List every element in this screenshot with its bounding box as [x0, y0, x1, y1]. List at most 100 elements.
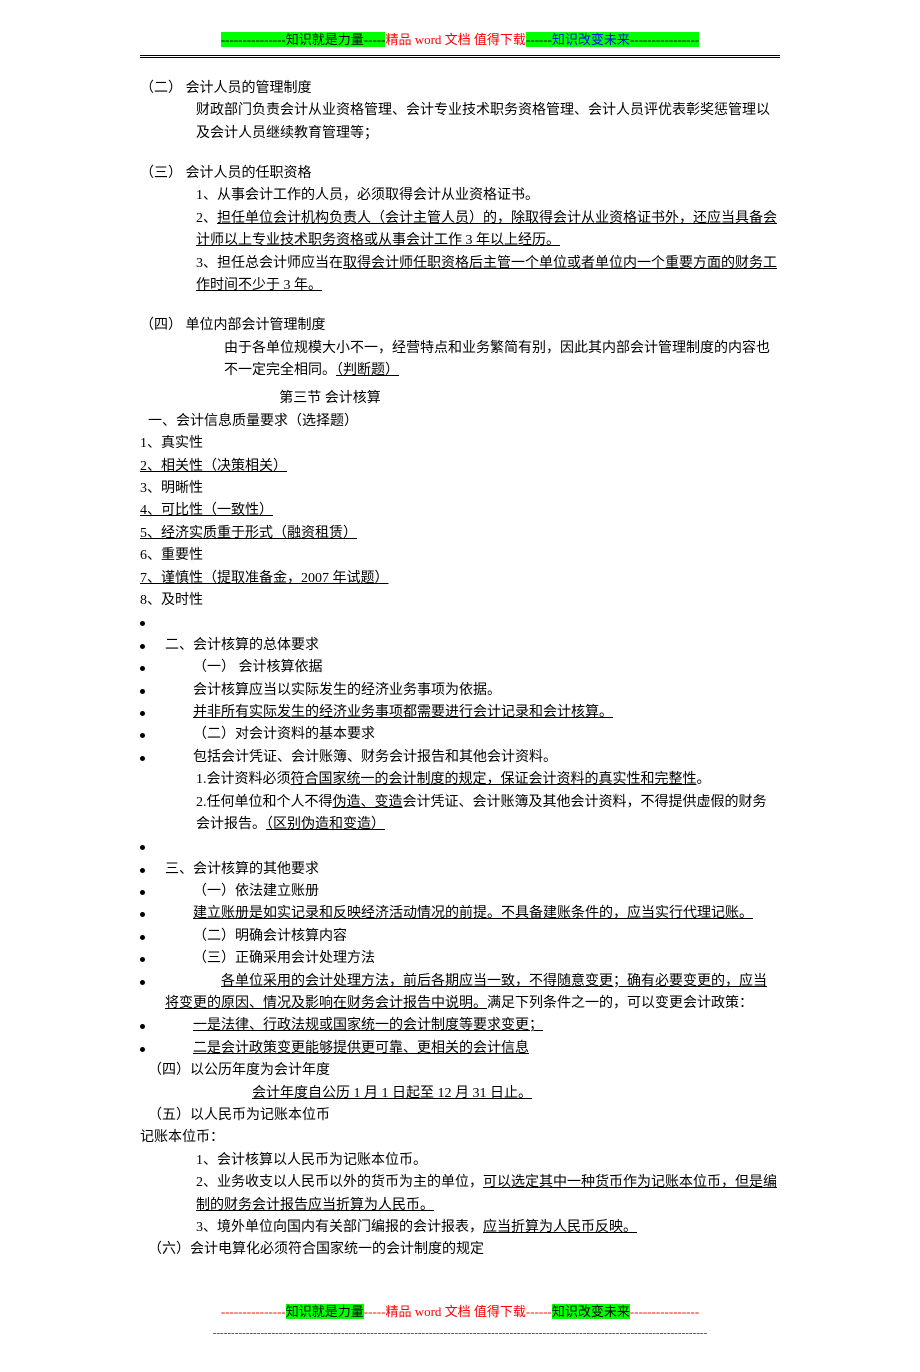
q2-s2: （二）对会计资料的基本要求 — [165, 724, 780, 746]
hb-dashes-c: ------ — [526, 32, 552, 47]
q3-s3: （三）正确采用会计处理方法 — [165, 948, 780, 970]
q2-heading-row: 二、会计核算的总体要求 — [140, 635, 780, 657]
q3-s3-row: （三）正确采用会计处理方法 — [140, 948, 780, 970]
q2-t5a: 2.任何单位和个人不得 — [196, 795, 333, 810]
q2-t3-row: 包括会计凭证、会计账簿、财务会计报告和其他会计资料。 — [140, 747, 780, 769]
hb-p1: 知识就是力量 — [286, 32, 364, 47]
sec-4-text-a: 由于各单位规模大小不一，经营特点和业务繁简有别，因此其内部会计管理制度的内容也不… — [224, 341, 770, 378]
q1-i8: 8、及时性 — [140, 590, 780, 612]
q1-heading: 一、会计信息质量要求（选择题） — [140, 411, 780, 433]
sec-5-t2: 2、业务收支以人民币以外的货币为主的单位，可以选定其中一种货币作为记账本位币，但… — [140, 1172, 780, 1217]
q2-t4c: 。 — [697, 772, 711, 787]
sec-3-item2-text: 担任单位会计机构负责人（会计主管人员）的，除取得会计从业资格证书外，还应当具备会… — [196, 211, 777, 248]
sec-5-t3a: 3、境外单位向国内有关部门编报的会计报表， — [196, 1220, 483, 1235]
bullet-icon — [140, 957, 145, 962]
sec-2-text: 财政部门负责会计从业资格管理、会计专业技术职务资格管理、会计人员评优表彰奖惩管理… — [140, 100, 780, 145]
sec-4-text: 由于各单位规模大小不一，经营特点和业务繁简有别，因此其内部会计管理制度的内容也不… — [140, 338, 780, 383]
q3-t2: 各单位采用的会计处理方法，前后各期应当一致，不得随意变更；确有必要变更的，应当将… — [165, 971, 780, 1016]
bullet-icon — [140, 1024, 145, 1029]
q2-s1: （一） 会计核算依据 — [165, 657, 780, 679]
q2-t2: 并非所有实际发生的经济业务事项都需要进行会计记录和会计核算。 — [165, 702, 780, 724]
bullet-icon — [140, 756, 145, 761]
sec-3-item2: 2、担任单位会计机构负责人（会计主管人员）的，除取得会计从业资格证书外，还应当具… — [140, 208, 780, 253]
bullet-icon — [140, 621, 145, 626]
fb-dashes-c: ------ — [526, 1304, 552, 1319]
sec-3-heading: （三） 会计人员的任职资格 — [140, 163, 780, 185]
bullet-icon — [140, 912, 145, 917]
bullet-icon — [140, 1047, 145, 1052]
bullet-empty-2 — [140, 836, 780, 858]
q3-t2b: 满足下列条件之一的，可以变更会计政策： — [487, 996, 753, 1011]
q1-i5: 5、经济实质重于形式（融资租赁） — [140, 523, 780, 545]
q2-t4: 1.会计资料必须符合国家统一的会计制度的规定，保证会计资料的真实性和完整性。 — [140, 769, 780, 791]
q3-s1: （一）依法建立账册 — [165, 881, 780, 903]
hb-p2: 精品 word 文档 值得下载 — [385, 32, 525, 47]
q2-t5d: （区别伪造和变造） — [266, 817, 385, 832]
q2-t4b: 符合国家统一的会计制度的规定，保证会计资料的真实性和完整性 — [291, 772, 697, 787]
sec-6-heading: （六）会计电算化必须符合国家统一的会计制度的规定 — [140, 1239, 780, 1261]
q3-t4-row: 二是会计政策变更能够提供更可靠、更相关的会计信息 — [140, 1038, 780, 1060]
q3-heading-row: 三、会计核算的其他要求 — [140, 859, 780, 881]
q3-t4: 二是会计政策变更能够提供更可靠、更相关的会计信息 — [165, 1038, 780, 1060]
bullet-icon — [140, 868, 145, 873]
bullet-icon — [140, 890, 145, 895]
bullet-icon — [140, 935, 145, 940]
bullet-icon — [140, 711, 145, 716]
sec-5-t0: 记账本位币： — [140, 1127, 780, 1149]
q1-i3: 3、明晰性 — [140, 478, 780, 500]
q2-s1-row: （一） 会计核算依据 — [140, 657, 780, 679]
q1-i2: 2、相关性（决策相关） — [140, 456, 780, 478]
sec-3-item2-num: 2、 — [196, 211, 217, 226]
q3-t3: 一是法律、行政法规或国家统一的会计制度等要求变更； — [165, 1015, 780, 1037]
sec-4b-text: 会计年度自公历 1 月 1 日起至 12 月 31 日止。 — [140, 1083, 780, 1105]
sec-5-t1: 1、会计核算以人民币为记账本位币。 — [140, 1150, 780, 1172]
q3-t3-row: 一是法律、行政法规或国家统一的会计制度等要求变更； — [140, 1015, 780, 1037]
sec-3-item1: 1、从事会计工作的人员，必须取得会计从业资格证书。 — [140, 185, 780, 207]
q3-s1-row: （一）依法建立账册 — [140, 881, 780, 903]
bullet-icon — [140, 845, 145, 850]
sec-5-t3: 3、境外单位向国内有关部门编报的会计报表，应当折算为人民币反映。 — [140, 1217, 780, 1239]
bullet-icon — [140, 644, 145, 649]
header-rule — [140, 55, 780, 58]
sec-4b-heading: （四）以公历年度为会计年度 — [140, 1060, 780, 1082]
q3-t1: 建立账册是如实记录和反映经济活动情况的前提。不具备建账条件的，应当实行代理记账。 — [165, 903, 780, 925]
q2-t5b: 伪造、变造 — [333, 795, 403, 810]
header-banner: ---------------知识就是力量-----精品 word 文档 值得下… — [140, 30, 780, 51]
sec-3-item3-a: 3、担任总会计师应当在 — [196, 256, 343, 271]
q2-t3: 包括会计凭证、会计账簿、财务会计报告和其他会计资料。 — [165, 747, 780, 769]
q1-i1: 1、真实性 — [140, 433, 780, 455]
fb-dashes-b: ----- — [364, 1304, 386, 1319]
fb-dashes-d: ---------------- — [630, 1304, 699, 1319]
q2-t2-row: 并非所有实际发生的经济业务事项都需要进行会计记录和会计核算。 — [140, 702, 780, 724]
sec-5-t2a: 2、业务收支以人民币以外的货币为主的单位， — [196, 1175, 483, 1190]
hb-dashes-d: ---------------- — [630, 32, 699, 47]
q3-t1-row: 建立账册是如实记录和反映经济活动情况的前提。不具备建账条件的，应当实行代理记账。 — [140, 903, 780, 925]
bullet-empty-1 — [140, 612, 780, 634]
fb-p3: 知识改变未来 — [552, 1304, 630, 1319]
footer-banner: ---------------知识就是力量-----精品 word 文档 值得下… — [140, 1302, 780, 1323]
footer-dashes: ----------------------------------------… — [140, 1325, 780, 1343]
sec-3-item3: 3、担任总会计师应当在取得会计师任职资格后主管一个单位或者单位内一个重要方面的财… — [140, 253, 780, 298]
fb-dashes-a: --------------- — [221, 1304, 286, 1319]
sec-5-heading: （五）以人民币为记账本位币 — [140, 1105, 780, 1127]
q1-i7: 7、谨慎性（提取准备金，2007 年试题） — [140, 568, 780, 590]
q3-s2: （二）明确会计核算内容 — [165, 926, 780, 948]
sec-4-text-b: （判断题） — [336, 363, 399, 378]
q2-t5: 2.任何单位和个人不得伪造、变造会计凭证、会计账簿及其他会计资料，不得提供虚假的… — [140, 792, 780, 837]
sec-2-heading: （二） 会计人员的管理制度 — [140, 78, 780, 100]
section3-title: 第三节 会计核算 — [140, 388, 780, 410]
q2-t1: 会计核算应当以实际发生的经济业务事项为依据。 — [165, 680, 780, 702]
q1-i4: 4、可比性（一致性） — [140, 500, 780, 522]
q2-s2-row: （二）对会计资料的基本要求 — [140, 724, 780, 746]
fb-p2: 精品 word 文档 值得下载 — [385, 1304, 525, 1319]
q1-i6: 6、重要性 — [140, 545, 780, 567]
bullet-icon — [140, 666, 145, 671]
hb-p3: 知识改变未来 — [552, 32, 630, 47]
fb-p1: 知识就是力量 — [286, 1304, 364, 1319]
bullet-icon — [140, 733, 145, 738]
hb-dashes-a: --------------- — [221, 32, 286, 47]
q2-t1-row: 会计核算应当以实际发生的经济业务事项为依据。 — [140, 680, 780, 702]
q2-heading: 二、会计核算的总体要求 — [165, 635, 780, 657]
sec-4-heading: （四） 单位内部会计管理制度 — [140, 315, 780, 337]
sec-5-t3b: 应当折算为人民币反映。 — [483, 1220, 637, 1235]
